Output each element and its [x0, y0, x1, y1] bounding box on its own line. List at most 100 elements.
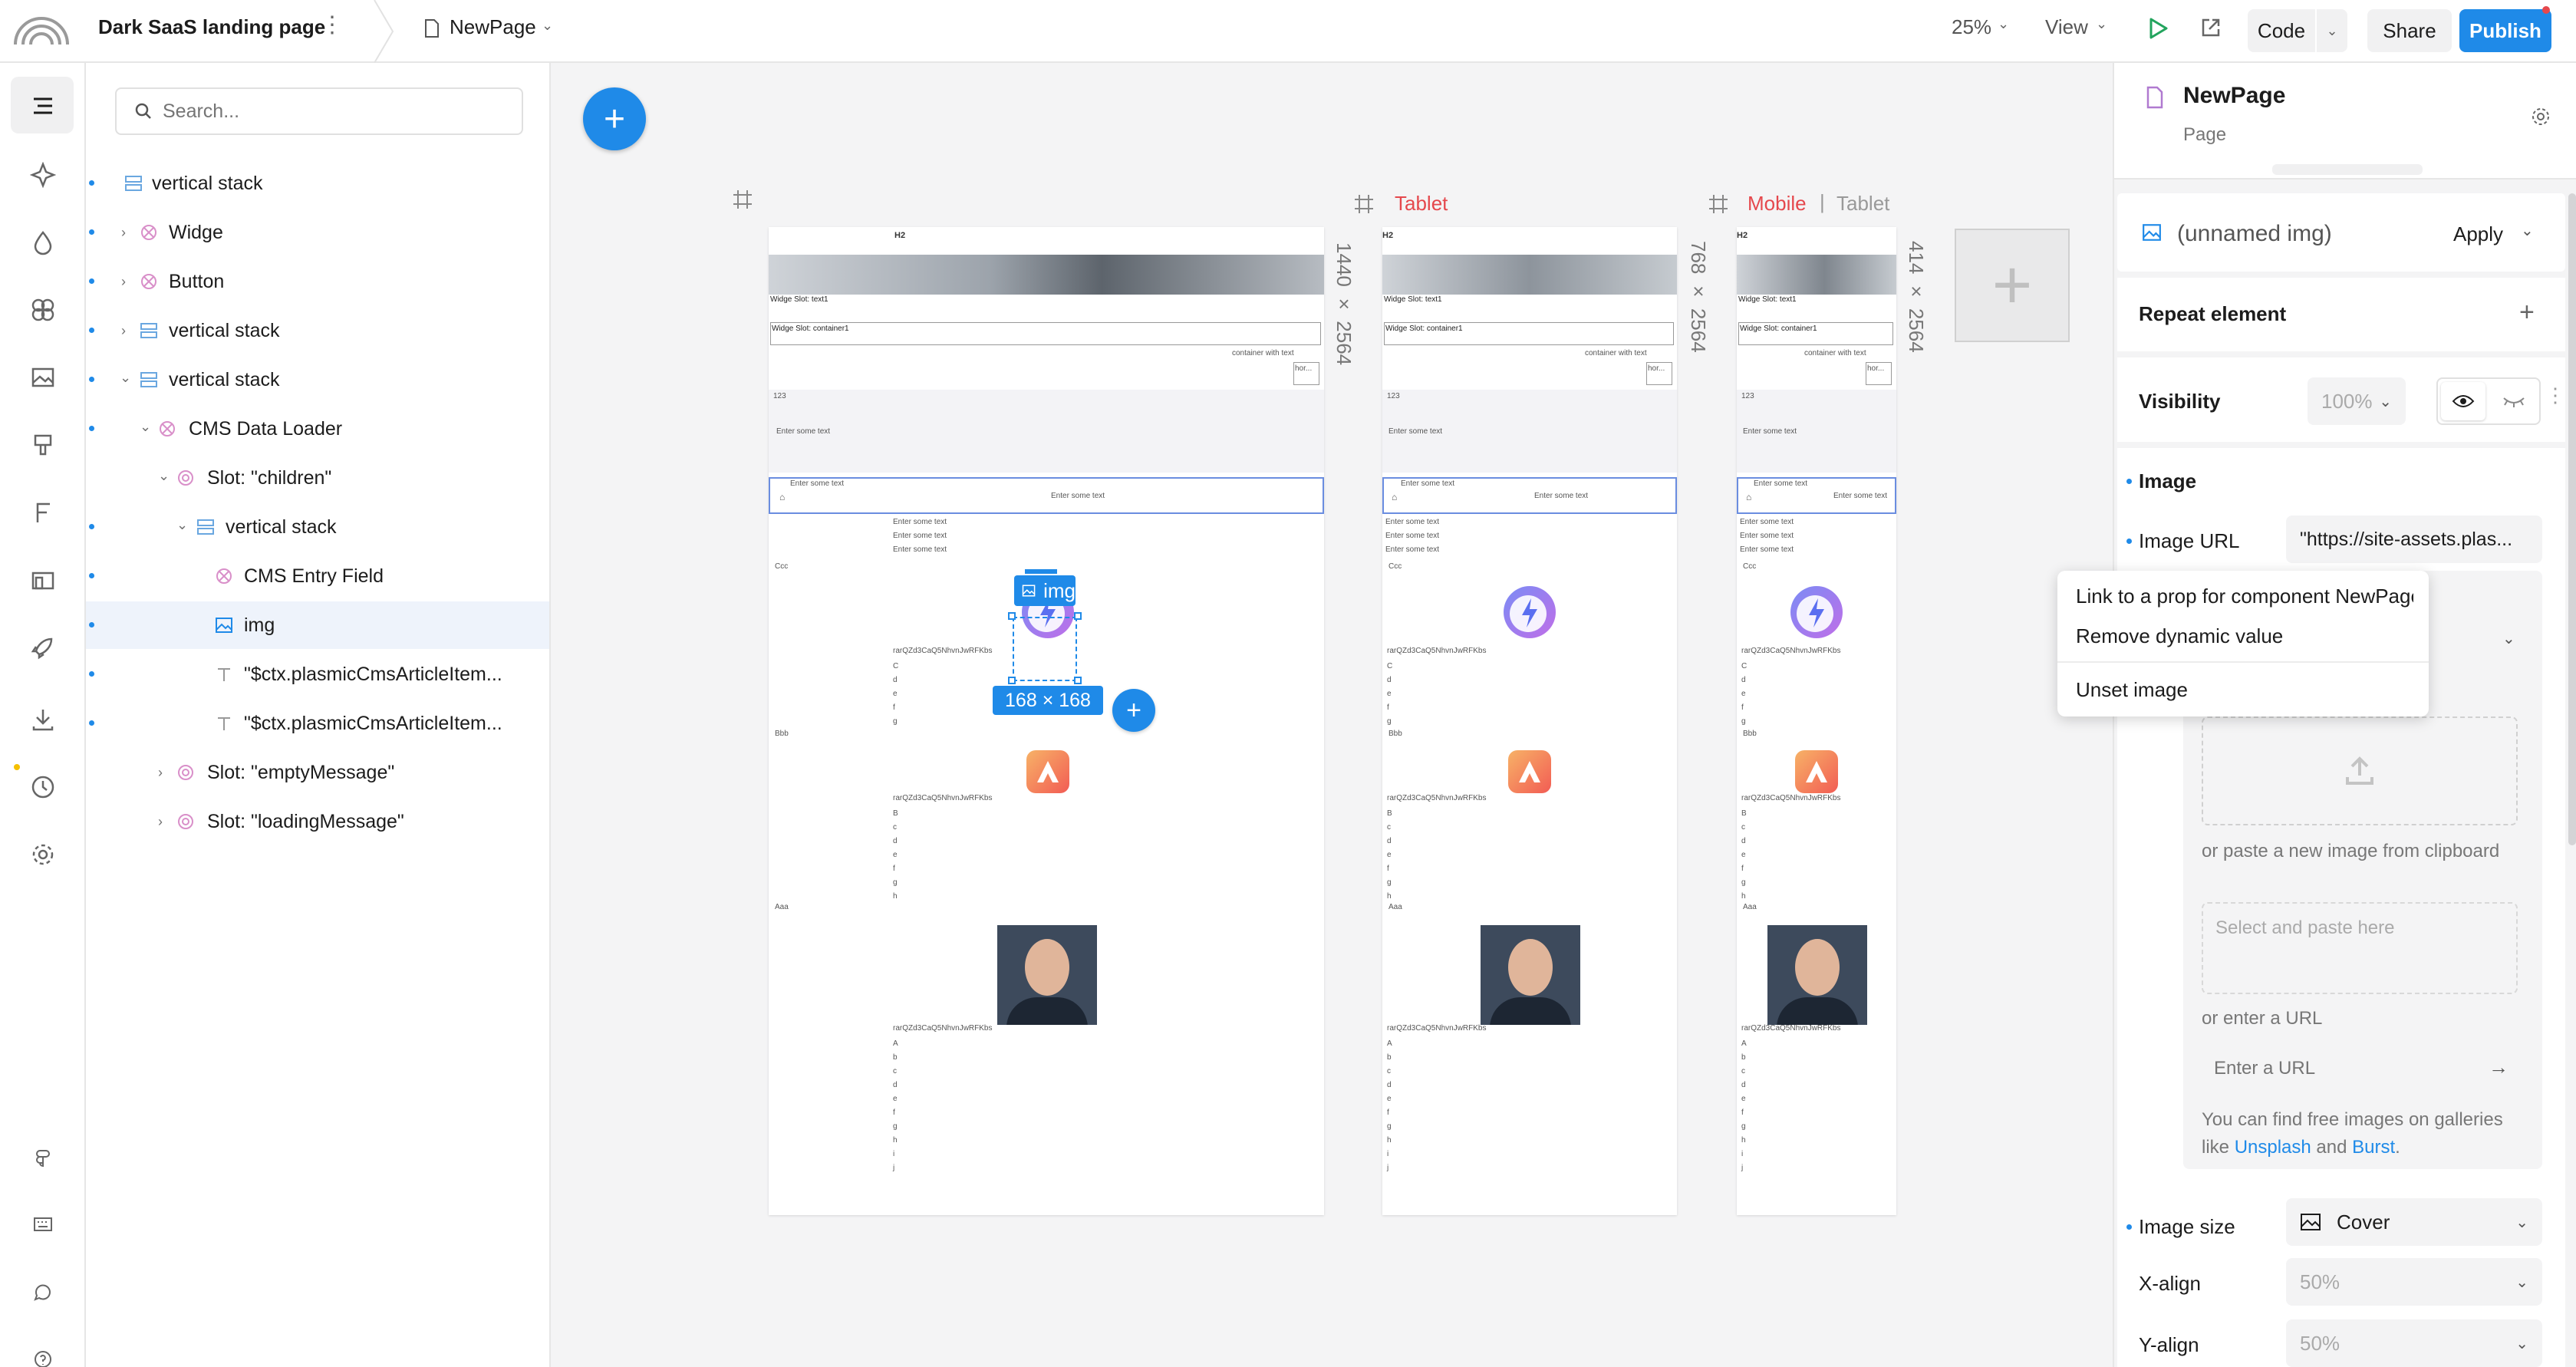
- fonts-icon[interactable]: [23, 492, 63, 532]
- view-menu[interactable]: View: [2045, 17, 2088, 37]
- settings-gear-icon[interactable]: [23, 835, 63, 875]
- add-element-button[interactable]: +: [583, 87, 646, 150]
- frame-label-tablet-alt[interactable]: Tablet: [1836, 192, 1889, 216]
- chevron-down-icon[interactable]: ⌄: [176, 517, 188, 533]
- upload-dropzone[interactable]: [2202, 716, 2518, 825]
- chevron-right-icon[interactable]: ›: [121, 225, 126, 241]
- menu-item-remove-dynamic-value[interactable]: Remove dynamic value: [2076, 624, 2283, 648]
- chevron-down-icon[interactable]: ⌄: [2502, 629, 2515, 648]
- plasmic-logo-icon[interactable]: [12, 11, 71, 46]
- more-icon[interactable]: ⋮: [2545, 384, 2565, 407]
- selection-tag[interactable]: img: [1014, 575, 1076, 606]
- artboard-icon[interactable]: [1353, 193, 1375, 215]
- external-link-icon[interactable]: [2199, 15, 2223, 40]
- image-url-field[interactable]: "https://site-assets.plas...: [2286, 516, 2542, 563]
- tree-item-cms-data-loader[interactable]: ⌄ CMS Data Loader: [86, 405, 549, 453]
- arrow-right-icon[interactable]: →: [2489, 1056, 2508, 1079]
- menu-item-link-to-prop[interactable]: Link to a prop for component NewPage: [2076, 585, 2413, 608]
- frame-desktop[interactable]: H2 Widge Slot: text1 Widge Slot: contain…: [769, 227, 1324, 1215]
- project-menu-icon[interactable]: ⋮: [321, 14, 344, 37]
- visibility-opacity-select[interactable]: 100% ⌄: [2308, 377, 2406, 425]
- themes-icon[interactable]: [23, 425, 63, 465]
- artboard-icon[interactable]: [1708, 193, 1729, 215]
- insert-after-button[interactable]: +: [1112, 689, 1155, 732]
- tree-item-widge[interactable]: › Widge: [86, 209, 549, 256]
- tokens-drop-icon[interactable]: [23, 222, 63, 262]
- panel-collapse-handle[interactable]: [2272, 164, 2423, 175]
- zoom-level[interactable]: 25%: [1952, 17, 1991, 37]
- tree-item-cms-entry-field[interactable]: CMS Entry Field: [86, 552, 549, 600]
- play-icon[interactable]: [2145, 15, 2171, 41]
- share-button[interactable]: Share: [2367, 9, 2452, 52]
- code-chevron-down-icon[interactable]: ⌄: [2317, 9, 2347, 52]
- x-align-select[interactable]: 50% ⌄: [2286, 1258, 2542, 1306]
- gear-icon[interactable]: [2530, 106, 2551, 127]
- history-icon[interactable]: [23, 767, 63, 807]
- search-input[interactable]: [163, 97, 500, 126]
- canvas[interactable]: + Tablet Mobile | Tablet 1440 × 2564 768…: [551, 63, 2113, 1367]
- chevron-down-icon[interactable]: ⌄: [158, 468, 170, 484]
- figma-icon[interactable]: [23, 1138, 63, 1178]
- apply-button[interactable]: Apply: [2453, 222, 2503, 246]
- image-size-select[interactable]: Cover ⌄: [2286, 1198, 2542, 1246]
- tree-item-slot-loading-message[interactable]: › Slot: "loadingMessage": [86, 798, 549, 845]
- images-icon[interactable]: [23, 357, 63, 397]
- outline-icon[interactable]: [23, 86, 63, 126]
- frame-label-tablet[interactable]: Tablet: [1395, 192, 1448, 216]
- chevron-right-icon[interactable]: ›: [121, 274, 126, 290]
- eye-icon[interactable]: [2441, 382, 2485, 420]
- tree-item-slot-children[interactable]: ⌄ Slot: "children": [86, 454, 549, 502]
- chevron-right-icon[interactable]: ›: [121, 323, 126, 339]
- y-align-select[interactable]: 50% ⌄: [2286, 1319, 2542, 1367]
- element-name[interactable]: (unnamed img): [2177, 221, 2332, 247]
- burst-link[interactable]: Burst: [2352, 1137, 2395, 1158]
- tree-item-vertical-stack-3[interactable]: ⌄ vertical stack: [86, 356, 549, 404]
- frame-tablet[interactable]: H2 Widge Slot: text1 Widge Slot: contain…: [1382, 227, 1677, 1215]
- tree-item-text-1[interactable]: "$ctx.plasmicCmsArticleItem...: [86, 651, 549, 698]
- publish-button[interactable]: Publish: [2459, 9, 2551, 52]
- chevron-right-icon[interactable]: ›: [158, 814, 163, 830]
- frame-label-mobile[interactable]: Mobile: [1748, 192, 1807, 216]
- url-input[interactable]: [2214, 1054, 2467, 1083]
- chevron-right-icon[interactable]: ›: [158, 765, 163, 781]
- import-icon[interactable]: [23, 700, 63, 739]
- tree-item-slot-empty-message[interactable]: › Slot: "emptyMessage": [86, 749, 549, 796]
- tree-item-vertical-stack-root[interactable]: vertical stack: [86, 160, 549, 207]
- rocket-icon[interactable]: [23, 628, 63, 667]
- apply-chevron-down-icon[interactable]: ⌄: [2521, 221, 2534, 240]
- chat-icon[interactable]: [23, 1272, 63, 1312]
- tree-item-vertical-stack-2[interactable]: › vertical stack: [86, 307, 549, 354]
- panel-scrollbar[interactable]: [2568, 193, 2576, 845]
- zoom-chevron-down-icon[interactable]: ⌄: [1998, 17, 2009, 31]
- mixins-icon[interactable]: [23, 290, 63, 330]
- eye-closed-icon[interactable]: [2492, 382, 2536, 420]
- page-name-heading[interactable]: NewPage: [2183, 83, 2285, 109]
- add-repeat-icon[interactable]: +: [2519, 298, 2535, 328]
- paste-area[interactable]: Select and paste here: [2202, 902, 2518, 994]
- chevron-down-icon[interactable]: ⌄: [140, 419, 151, 435]
- artboard-icon[interactable]: [732, 189, 753, 210]
- add-frame-button[interactable]: +: [1955, 229, 2070, 342]
- tree-item-img-selected[interactable]: img: [86, 601, 549, 649]
- view-chevron-down-icon[interactable]: ⌄: [2096, 17, 2107, 31]
- responsiveness-icon[interactable]: [23, 560, 63, 600]
- unsplash-link[interactable]: Unsplash: [2235, 1137, 2311, 1158]
- menu-item-unset-image[interactable]: Unset image: [2076, 678, 2188, 702]
- tree-item-vertical-stack-4[interactable]: ⌄ vertical stack: [86, 503, 549, 551]
- page-chevron-down-icon[interactable]: ⌄: [542, 18, 553, 32]
- resize-handle[interactable]: [1074, 677, 1082, 684]
- tree-item-button[interactable]: › Button: [86, 258, 549, 305]
- url-input-box[interactable]: →: [2202, 1045, 2518, 1092]
- project-name[interactable]: Dark SaaS landing page: [98, 17, 325, 37]
- chevron-down-icon[interactable]: ⌄: [120, 370, 131, 386]
- tree-item-text-2[interactable]: "$ctx.plasmicCmsArticleItem...: [86, 700, 549, 747]
- resize-handle[interactable]: [1008, 612, 1016, 620]
- code-button[interactable]: Code: [2248, 9, 2315, 52]
- frame-mobile[interactable]: H2 Widge Slot: text1 Widge Slot: contain…: [1737, 227, 1896, 1215]
- search-box[interactable]: [115, 87, 523, 135]
- resize-handle[interactable]: [1074, 612, 1082, 620]
- resize-handle[interactable]: [1008, 677, 1016, 684]
- keyboard-icon[interactable]: [23, 1204, 63, 1244]
- selection-box[interactable]: [1013, 617, 1077, 681]
- components-icon[interactable]: [23, 155, 63, 195]
